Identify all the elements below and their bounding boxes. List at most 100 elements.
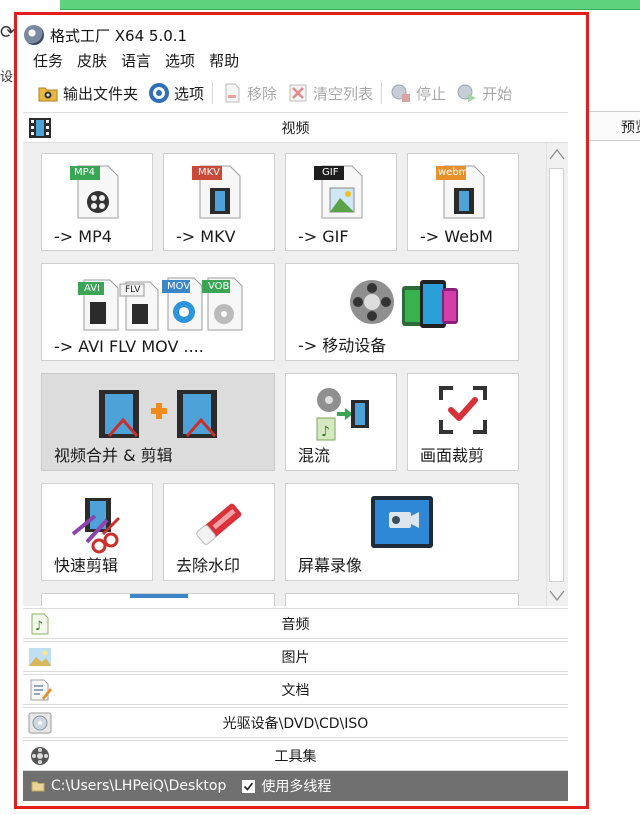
tile-avi-flv-mov-label: -> AVI FLV MOV ....	[54, 337, 204, 356]
checkmark-icon	[244, 782, 254, 791]
disc-drive-icon	[28, 712, 52, 734]
category-tools[interactable]: 工具集	[23, 740, 568, 771]
refresh-icon: ⟳	[0, 22, 16, 43]
tile-mkv-label: -> MKV	[176, 227, 236, 246]
category-video[interactable]: 视频	[23, 112, 568, 143]
options-gear-icon	[149, 83, 170, 103]
mov-badge: MOV	[167, 281, 191, 292]
remove-button[interactable]: 移除	[216, 79, 282, 107]
output-folder-button[interactable]: 输出文件夹	[32, 79, 143, 107]
menu-help[interactable]: 帮助	[209, 50, 239, 74]
tile-gif-label: -> GIF	[298, 227, 349, 246]
vob-badge: VOB	[208, 281, 230, 292]
menu-language[interactable]: 语言	[121, 50, 151, 74]
category-tools-label: 工具集	[274, 748, 317, 765]
category-audio-label: 音频	[281, 616, 310, 633]
tile-webm-label: -> WebM	[420, 227, 493, 246]
gif-file-icon	[314, 165, 363, 219]
scrollbar-thumb[interactable]	[549, 168, 564, 582]
tile-mp4[interactable]: MP4 -> MP4	[41, 153, 153, 251]
output-folder-label: 输出文件夹	[63, 84, 139, 103]
webm-badge: webm	[438, 167, 469, 178]
mkv-badge: MKV	[198, 167, 221, 178]
video-merge-icon	[99, 390, 217, 438]
background-right-tab: 预览	[621, 120, 640, 136]
screen-record-icon	[371, 496, 433, 548]
menu-task[interactable]: 任务	[33, 50, 63, 74]
tile-mux[interactable]: ♪ 混流	[285, 373, 397, 471]
partial-tile-icon	[130, 594, 188, 598]
tile-webm[interactable]: webm -> WebM	[407, 153, 519, 251]
toolbar-separator	[381, 82, 383, 104]
window-title: 格式工厂 X64 5.0.1	[50, 26, 188, 45]
tile-crop[interactable]: 画面裁剪	[407, 373, 519, 471]
category-document[interactable]: 文档	[23, 674, 568, 705]
clear-list-button[interactable]: 清空列表	[282, 79, 378, 107]
tile-remove-watermark-label: 去除水印	[176, 556, 241, 575]
video-filmstrip-icon	[29, 118, 51, 138]
avi-badge: AVI	[84, 283, 100, 294]
toolbar: 输出文件夹 选项 移除 清空列表 停止 开始	[32, 78, 517, 108]
image-landscape-icon	[29, 648, 51, 666]
output-path[interactable]: C:\Users\LHPeiQ\Desktop	[51, 778, 226, 794]
tile-mkv[interactable]: MKV -> MKV	[163, 153, 275, 251]
menu-bar: 任务 皮肤 语言 选项 帮助	[33, 50, 239, 74]
tile-screen-record[interactable]: 屏幕录像	[285, 483, 519, 581]
tile-partial-left[interactable]	[41, 593, 275, 606]
tools-reel-icon	[31, 747, 49, 765]
title-bar: 格式工厂 X64 5.0.1	[24, 22, 187, 48]
options-button[interactable]: 选项	[143, 79, 209, 107]
remove-document-icon	[225, 83, 240, 103]
tile-video-merge-label: 视频合并 & 剪辑	[54, 446, 173, 465]
background-app-bar	[60, 0, 640, 10]
category-image[interactable]: 图片	[23, 641, 568, 672]
scroll-up-arrow-icon[interactable]	[548, 146, 566, 164]
tile-gif[interactable]: GIF -> GIF	[285, 153, 397, 251]
tile-mobile-device[interactable]: -> 移动设备	[285, 263, 519, 361]
quick-cut-icon	[71, 498, 121, 554]
folder-icon	[31, 781, 45, 792]
menu-skin[interactable]: 皮肤	[77, 50, 107, 74]
multithread-label: 使用多线程	[261, 779, 332, 795]
scroll-down-arrow-icon[interactable]	[548, 586, 566, 604]
category-image-label: 图片	[281, 649, 310, 666]
tile-remove-watermark[interactable]: 去除水印	[163, 483, 275, 581]
flv-badge: FLV	[125, 285, 141, 295]
folder-icon	[38, 87, 58, 102]
stop-icon	[391, 84, 411, 102]
tile-mp4-label: -> MP4	[54, 227, 112, 246]
background-side-text: 设	[0, 70, 14, 84]
toolbar-separator	[212, 82, 214, 104]
category-disc-label: 光驱设备\DVD\CD\ISO	[222, 715, 369, 732]
tile-mux-label: 混流	[298, 446, 331, 465]
tile-crop-label: 画面裁剪	[420, 446, 485, 465]
remove-label: 移除	[247, 84, 278, 103]
audio-note-icon: ♪	[31, 613, 49, 635]
start-icon	[457, 84, 477, 102]
mux-icon: ♪	[316, 388, 369, 441]
mp4-badge: MP4	[74, 167, 96, 178]
svg-text:♪: ♪	[321, 424, 330, 440]
tile-mobile-device-label: -> 移动设备	[298, 336, 387, 355]
category-document-label: 文档	[281, 682, 310, 699]
tile-avi-flv-mov[interactable]: AVI FLV MOV VOB -> AVI FLV MOV ....	[41, 263, 275, 361]
svg-text:♪: ♪	[35, 619, 43, 634]
status-bar: C:\Users\LHPeiQ\Desktop 使用多线程	[23, 771, 568, 801]
app-logo-icon	[24, 25, 44, 45]
mobile-device-icon	[350, 280, 458, 328]
category-audio[interactable]: ♪ 音频	[23, 608, 568, 639]
tile-partial-right[interactable]	[285, 593, 519, 606]
stop-label: 停止	[416, 84, 447, 103]
crop-icon	[439, 386, 487, 434]
start-label: 开始	[482, 84, 513, 103]
menu-options[interactable]: 选项	[165, 50, 195, 74]
multithread-checkbox[interactable]	[242, 779, 256, 793]
start-button[interactable]: 开始	[451, 79, 517, 107]
stop-button[interactable]: 停止	[385, 79, 451, 107]
tile-video-merge[interactable]: 视频合并 & 剪辑	[41, 373, 275, 471]
document-pencil-icon	[30, 679, 52, 701]
clear-list-icon	[289, 84, 307, 102]
options-label: 选项	[174, 84, 205, 103]
category-disc[interactable]: 光驱设备\DVD\CD\ISO	[23, 707, 568, 738]
tile-quick-cut[interactable]: 快速剪辑	[41, 483, 153, 581]
